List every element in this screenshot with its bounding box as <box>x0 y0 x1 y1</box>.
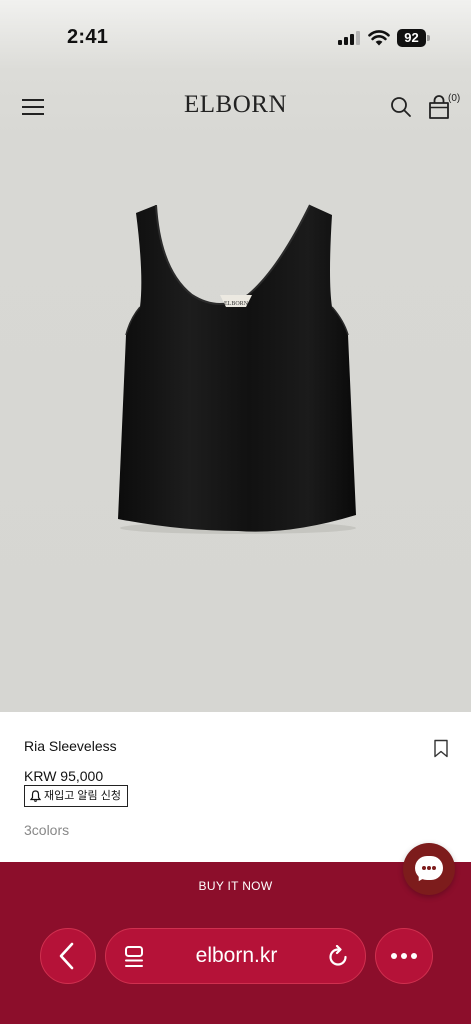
bottom-action-bar: BUY IT NOW elborn.kr <box>0 862 471 1024</box>
product-info: Ria Sleeveless KRW 95,000 재입고 알림 신청 3col… <box>0 712 471 862</box>
site-header: ELBORN <box>0 80 471 132</box>
product-price: KRW 95,000 <box>24 768 104 784</box>
chevron-left-icon <box>59 942 74 970</box>
reload-icon[interactable] <box>326 945 350 969</box>
restock-alert-button[interactable]: 재입고 알림 신청 <box>24 785 128 807</box>
bell-icon <box>30 790 41 802</box>
status-time: 2:41 <box>67 26 109 48</box>
search-icon[interactable] <box>389 95 413 119</box>
status-bar: 2:41 92 <box>0 0 471 76</box>
back-button[interactable] <box>40 928 96 984</box>
product-name[interactable]: Ria Sleeveless <box>24 738 117 754</box>
address-bar[interactable]: elborn.kr <box>105 928 366 984</box>
garment-label: ELBORN <box>224 301 249 307</box>
cart-count: (0) <box>448 93 461 104</box>
battery-icon: 92 <box>397 29 430 47</box>
product-image[interactable]: ELBORN <box>100 195 370 545</box>
wifi-icon <box>368 30 390 46</box>
colors-count: 3colors <box>24 822 70 838</box>
more-dots-icon <box>391 953 417 959</box>
buy-now-button[interactable]: BUY IT NOW <box>0 879 471 893</box>
restock-alert-label: 재입고 알림 신청 <box>44 790 121 802</box>
battery-level: 92 <box>397 29 426 47</box>
chat-button[interactable] <box>403 843 455 895</box>
chat-icon <box>415 856 443 880</box>
more-options-button[interactable] <box>375 928 433 984</box>
signal-icon <box>338 31 362 45</box>
bookmark-icon[interactable] <box>433 739 449 758</box>
